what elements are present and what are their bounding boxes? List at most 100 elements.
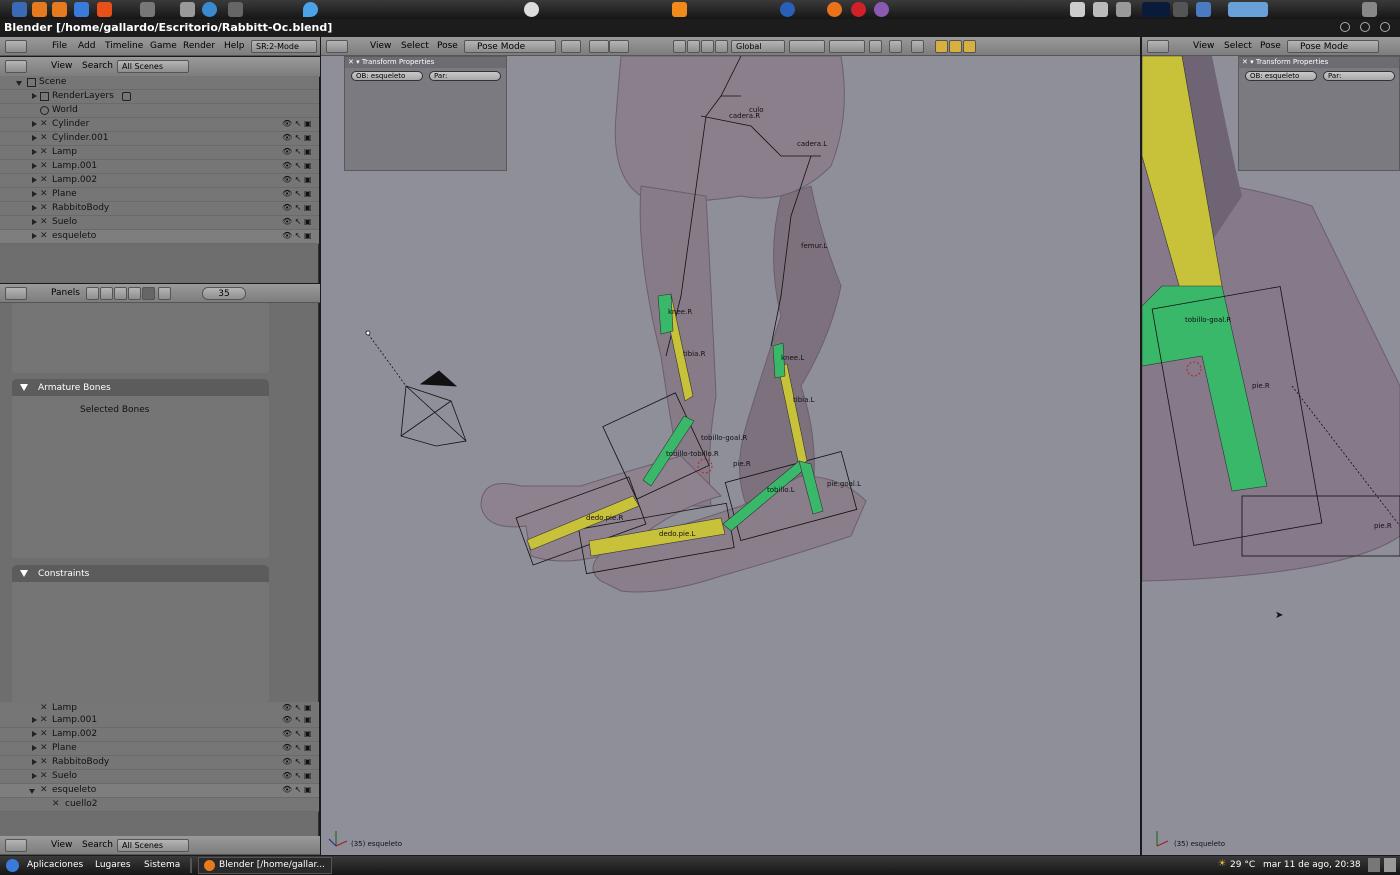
menu-timeline[interactable]: Timeline: [105, 41, 143, 51]
tray-2-icon[interactable]: [1093, 2, 1108, 17]
orientation-select[interactable]: Global: [731, 40, 785, 53]
menu-add[interactable]: Add: [78, 41, 95, 51]
menu-game[interactable]: Game: [150, 41, 177, 51]
screen-selector[interactable]: SR:2-Mode: [251, 40, 317, 53]
ogl-render-icon[interactable]: [911, 40, 924, 53]
visibility-icons[interactable]: 👁 ↖ ▣: [282, 703, 312, 712]
menu-file[interactable]: File: [52, 41, 67, 51]
layers-2-icon[interactable]: [829, 40, 865, 53]
list-item[interactable]: World: [0, 104, 319, 118]
volume-icon[interactable]: [1116, 2, 1131, 17]
viewport-select-menu[interactable]: Select: [1224, 41, 1252, 51]
taskbar-blender-label[interactable]: Blender [/home/gallar...: [219, 860, 325, 870]
visibility-icons[interactable]: 👁 ↖ ▣: [282, 189, 312, 198]
visibility-icons[interactable]: 👁 ↖ ▣: [282, 133, 312, 142]
editing-tab-icon[interactable]: [142, 287, 155, 300]
buttons-type-icon[interactable]: [5, 287, 27, 300]
viewport-type-icon[interactable]: [326, 40, 348, 53]
list-item[interactable]: ✕ Lamp.001 👁 ↖ ▣: [0, 160, 319, 174]
list-item[interactable]: ✕ cuello2: [0, 798, 319, 812]
file-manager-icon[interactable]: [180, 2, 195, 17]
shading-tab-icon[interactable]: [114, 287, 127, 300]
scene-canvas-right[interactable]: [1142, 56, 1400, 855]
visibility-icons[interactable]: 👁 ↖ ▣: [282, 119, 312, 128]
expand-icon[interactable]: [32, 219, 37, 225]
expand-icon[interactable]: [32, 149, 37, 155]
tray-1-icon[interactable]: [1070, 2, 1085, 17]
visibility-icons[interactable]: 👁 ↖ ▣: [282, 757, 312, 766]
viewport-pose-menu[interactable]: Pose: [437, 41, 458, 51]
scale-icon[interactable]: [715, 40, 728, 53]
list-item[interactable]: ✕ Plane 👁 ↖ ▣: [0, 742, 319, 756]
expand-icon[interactable]: [32, 121, 37, 127]
visibility-icons[interactable]: 👁 ↖ ▣: [282, 231, 312, 240]
expand-icon[interactable]: [32, 759, 37, 765]
outliner-scope-select[interactable]: All Scenes: [117, 60, 189, 73]
outliner-view-menu[interactable]: View: [51, 840, 72, 850]
expand-icon[interactable]: [32, 731, 37, 737]
draw-type-icon[interactable]: [561, 40, 581, 53]
list-item[interactable]: ✕ Cylinder.001 👁 ↖ ▣: [0, 132, 319, 146]
menu-places[interactable]: Lugares: [95, 860, 131, 870]
scene-tab-icon[interactable]: [158, 287, 171, 300]
outliner-search-menu[interactable]: Search: [82, 840, 113, 850]
expand-icon[interactable]: [32, 745, 37, 751]
logic-tab-icon[interactable]: [86, 287, 99, 300]
mode-select[interactable]: Pose Mode: [1287, 40, 1379, 53]
list-item[interactable]: ✕ Lamp.002 👁 ↖ ▣: [0, 174, 319, 188]
expand-icon[interactable]: [32, 717, 37, 723]
transform-panel-title[interactable]: ✕ ▾ Transform Properties: [345, 57, 506, 68]
visibility-icons[interactable]: 👁 ↖ ▣: [282, 161, 312, 170]
blender-launcher-icon[interactable]: [12, 2, 27, 17]
window-list-icon[interactable]: [1196, 2, 1211, 17]
visibility-icons[interactable]: 👁 ↖ ▣: [282, 147, 312, 156]
earth-icon[interactable]: [780, 2, 795, 17]
mode-select[interactable]: Pose Mode: [464, 40, 556, 53]
outliner-type-icon[interactable]: [5, 60, 27, 73]
viewport-select-menu[interactable]: Select: [401, 41, 429, 51]
globe-icon[interactable]: [202, 2, 217, 17]
collapse-icon[interactable]: [29, 789, 35, 794]
gnome-foot-icon[interactable]: [6, 859, 19, 872]
list-item[interactable]: ✕ Plane 👁 ↖ ▣: [0, 188, 319, 202]
layers-icon[interactable]: [789, 40, 825, 53]
rotate-icon[interactable]: [701, 40, 714, 53]
list-item[interactable]: ✕ esqueleto 👁 ↖ ▣: [0, 784, 319, 798]
expand-icon[interactable]: [32, 205, 37, 211]
outliner-type-icon[interactable]: [5, 839, 27, 852]
visibility-icons[interactable]: 👁 ↖ ▣: [282, 715, 312, 724]
paste-pose-icon[interactable]: [949, 40, 962, 53]
expand-icon[interactable]: [32, 93, 37, 99]
show-desktop-icon[interactable]: [1368, 858, 1380, 872]
render-preview-icon[interactable]: [889, 40, 902, 53]
visibility-icons[interactable]: 👁 ↖ ▣: [282, 729, 312, 738]
viewport-type-icon[interactable]: [1147, 40, 1169, 53]
list-item[interactable]: ✕ RabbitoBody 👁 ↖ ▣: [0, 756, 319, 770]
list-item[interactable]: ✕ RabbitoBody 👁 ↖ ▣: [0, 202, 319, 216]
list-item[interactable]: ✕ esqueleto 👁 ↖ ▣: [0, 230, 319, 244]
expand-icon[interactable]: [32, 773, 37, 779]
tool-launcher-icon[interactable]: [140, 2, 155, 17]
panel-collapse-icon[interactable]: [20, 384, 28, 391]
editor-type-icon[interactable]: [5, 40, 27, 53]
translate-icon[interactable]: [687, 40, 700, 53]
paste-flip-icon[interactable]: [963, 40, 976, 53]
maximize-button[interactable]: [1360, 22, 1370, 32]
panel-collapse-icon[interactable]: [20, 570, 28, 577]
visibility-icons[interactable]: 👁 ↖ ▣: [282, 771, 312, 780]
constraints-panel-header[interactable]: Constraints: [12, 565, 269, 582]
viewport-view-menu[interactable]: View: [370, 41, 391, 51]
hand-icon[interactable]: [673, 40, 686, 53]
expand-icon[interactable]: [32, 233, 37, 239]
armature-bones-panel-header[interactable]: Armature Bones: [12, 379, 269, 396]
parent-field[interactable]: Par:: [429, 71, 501, 81]
panel-close-icon[interactable]: ✕ ▾: [1242, 58, 1256, 66]
object-tab-icon[interactable]: [128, 287, 141, 300]
frame-field[interactable]: 35: [202, 287, 246, 300]
wave-app-icon[interactable]: [74, 2, 89, 17]
firefox-icon[interactable]: [827, 2, 842, 17]
html-app-icon[interactable]: [97, 2, 112, 17]
parent-field-right[interactable]: Par:: [1323, 71, 1395, 81]
menu-system[interactable]: Sistema: [144, 860, 180, 870]
visibility-icons[interactable]: 👁 ↖ ▣: [282, 743, 312, 752]
